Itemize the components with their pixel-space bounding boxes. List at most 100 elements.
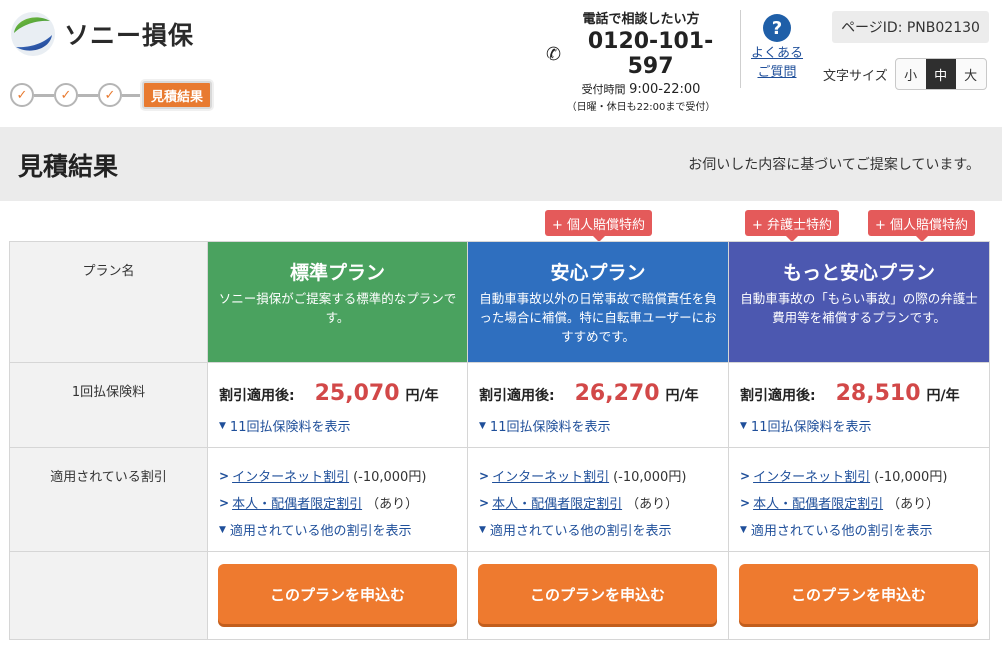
page-subtitle: お伺いした内容に基づいてご提案しています。 (688, 157, 980, 173)
triangle-down-icon: ▼ (219, 420, 226, 431)
chevron-right-icon: > (740, 495, 751, 510)
discount-note: (-10,000円) (874, 470, 948, 485)
show-installment-label: 11回払保険料を表示 (229, 420, 351, 435)
step-current: 見積結果 (142, 81, 213, 109)
page-title: 見積結果 (18, 152, 119, 181)
badge-personal-liability: + 個人賠償特約 (868, 210, 976, 242)
step-connector (122, 93, 142, 97)
row-discounts: 適用されている割引 > インターネット割引 (-10,000円) > 本人・配偶… (9, 447, 990, 552)
check-icon: ✓ (104, 87, 116, 103)
discount-link-internet[interactable]: インターネット割引 (232, 466, 349, 485)
show-installment-label: 11回払保険料を表示 (750, 420, 872, 435)
font-size-options: 小 中 大 (894, 58, 987, 90)
discount-note: （あり） (887, 497, 940, 512)
step-connector (78, 93, 98, 97)
discounts-cell: > インターネット割引 (-10,000円) > 本人・配偶者限定割引 （あり）… (728, 447, 990, 552)
price-unit: 円/年 (665, 388, 699, 404)
plan-header-anshin: 安心プラン 自動車事故以外の日常事故で賠償責任を負った場合に補償。特に自転車ユー… (467, 241, 729, 363)
sony-sonpo-logo[interactable]: ソニー損保 (10, 11, 194, 57)
faq-link[interactable]: ? よくある ご質問 (751, 14, 803, 82)
show-installment-link[interactable]: ▼ 11回払保険料を表示 (219, 416, 467, 435)
plan-name: 標準プラン (289, 262, 385, 284)
apply-plan-button[interactable]: このプランを申込む (739, 564, 978, 624)
header-divider (740, 10, 741, 88)
discount-item: > 本人・配偶者限定割引 （あり） (740, 489, 989, 516)
plan-header-motto-anshin: もっと安心プラン 自動車事故の「もらい事故」の際の弁護士費用等を補償するプランで… (728, 241, 990, 363)
price-value: 25,070 (314, 381, 400, 406)
phone-number[interactable]: ✆ 0120-101-597 (546, 29, 736, 79)
triangle-down-icon: ▼ (479, 420, 486, 431)
chevron-right-icon: > (479, 495, 490, 510)
discount-link-internet[interactable]: インターネット割引 (492, 466, 609, 485)
plan-description: 自動車事故以外の日常事故で賠償責任を負った場合に補償。特に自転車ユーザーにおすす… (479, 291, 717, 344)
step-done-1: ✓ (10, 83, 34, 107)
show-other-discounts-label: 適用されている他の割引を表示 (489, 524, 672, 539)
show-other-discounts-label: 適用されている他の割引を表示 (750, 524, 933, 539)
font-size-large-button[interactable]: 大 (956, 59, 986, 89)
logo-text: ソニー損保 (64, 21, 195, 50)
triangle-down-icon: ▼ (479, 524, 486, 535)
plan-header-standard: 標準プラン ソニー損保がご提案する標準的なプランです。 (207, 241, 468, 363)
chevron-right-icon: > (740, 468, 751, 483)
row-label-discounts: 適用されている割引 (9, 447, 208, 552)
font-size-medium-button[interactable]: 中 (925, 59, 956, 89)
chevron-right-icon: > (479, 468, 490, 483)
show-other-discounts-link[interactable]: ▼ 適用されている他の割引を表示 (740, 516, 989, 543)
price-prefix: 割引適用後: (219, 388, 295, 404)
font-size-small-button[interactable]: 小 (896, 59, 926, 89)
check-icon: ✓ (60, 87, 72, 103)
discount-link-internet[interactable]: インターネット割引 (753, 466, 870, 485)
show-other-discounts-link[interactable]: ▼ 適用されている他の割引を表示 (479, 516, 728, 543)
row-plan-name: プラン名 標準プラン ソニー損保がご提案する標準的なプランです。 安心プラン 自… (9, 241, 990, 363)
discount-item: > インターネット割引 (-10,000円) (219, 462, 467, 489)
title-band: 見積結果 お伺いした内容に基づいてご提案しています。 (0, 127, 1002, 201)
step-done-2: ✓ (54, 83, 78, 107)
apply-cell: このプランを申込む (467, 551, 729, 640)
price-line: 割引適用後: 26,270 円/年 (479, 381, 728, 406)
plan-comparison-table: プラン名 標準プラン ソニー損保がご提案する標準的なプランです。 安心プラン 自… (9, 241, 990, 640)
phone-contact: 電話で相談したい方 ✆ 0120-101-597 受付時間 9:00-22:00… (546, 8, 736, 113)
question-icon: ? (763, 14, 791, 42)
discount-item: > 本人・配偶者限定割引 （あり） (219, 489, 467, 516)
price-unit: 円/年 (405, 388, 439, 404)
premium-cell: 割引適用後: 26,270 円/年 ▼ 11回払保険料を表示 (467, 362, 729, 448)
show-other-discounts-link[interactable]: ▼ 適用されている他の割引を表示 (219, 516, 467, 543)
row-label-premium: 1回払保険料 (9, 362, 208, 448)
faq-label-line1[interactable]: よくある (751, 44, 803, 63)
row-apply: このプランを申込む このプランを申込む このプランを申込む (9, 551, 990, 640)
logo-mark-icon (11, 12, 55, 56)
phone-icon: ✆ (546, 43, 562, 65)
apply-plan-button[interactable]: このプランを申込む (218, 564, 457, 624)
phone-hours-label: 受付時間 (581, 83, 626, 96)
phone-number-text: 0120-101-597 (587, 29, 714, 79)
discount-note: （あり） (626, 497, 679, 512)
apply-plan-button[interactable]: このプランを申込む (478, 564, 717, 624)
discount-link-spouse[interactable]: 本人・配偶者限定割引 (232, 493, 362, 512)
discount-link-spouse[interactable]: 本人・配偶者限定割引 (492, 493, 622, 512)
phone-hours: 受付時間 9:00-22:00 (546, 81, 736, 97)
triangle-down-icon: ▼ (740, 420, 747, 431)
discount-item: > インターネット割引 (-10,000円) (740, 462, 989, 489)
font-size-switcher: 文字サイズ 小 中 大 (823, 58, 987, 90)
row-label-apply (9, 551, 208, 640)
progress-steps: ✓ ✓ ✓ 見積結果 (10, 80, 213, 110)
discount-link-spouse[interactable]: 本人・配偶者限定割引 (753, 493, 883, 512)
row-label-plan-name: プラン名 (9, 241, 208, 363)
page-id: ページID: PNB02130 (832, 11, 989, 43)
show-installment-link[interactable]: ▼ 11回払保険料を表示 (479, 416, 728, 435)
site-header: ソニー損保 ✓ ✓ ✓ 見積結果 電話で相談したい方 ✆ 0120-101-59… (0, 0, 1002, 127)
font-size-label: 文字サイズ (823, 68, 888, 84)
discount-item: > インターネット割引 (-10,000円) (479, 462, 728, 489)
premium-cell: 割引適用後: 28,510 円/年 ▼ 11回払保険料を表示 (728, 362, 990, 448)
plan-description: 自動車事故の「もらい事故」の際の弁護士費用等を補償するプランです。 (740, 291, 978, 325)
premium-cell: 割引適用後: 25,070 円/年 ▼ 11回払保険料を表示 (207, 362, 468, 448)
price-line: 割引適用後: 28,510 円/年 (740, 381, 989, 406)
badge-lawyer: + 弁護士特約 (745, 210, 840, 242)
discounts-cell: > インターネット割引 (-10,000円) > 本人・配偶者限定割引 （あり）… (207, 447, 468, 552)
show-installment-link[interactable]: ▼ 11回払保険料を表示 (740, 416, 989, 435)
triangle-down-icon: ▼ (219, 524, 226, 535)
price-prefix: 割引適用後: (479, 388, 555, 404)
phone-hours-value: 9:00-22:00 (629, 82, 701, 97)
faq-label-line2[interactable]: ご質問 (751, 63, 803, 82)
discount-note: (-10,000円) (353, 470, 427, 485)
